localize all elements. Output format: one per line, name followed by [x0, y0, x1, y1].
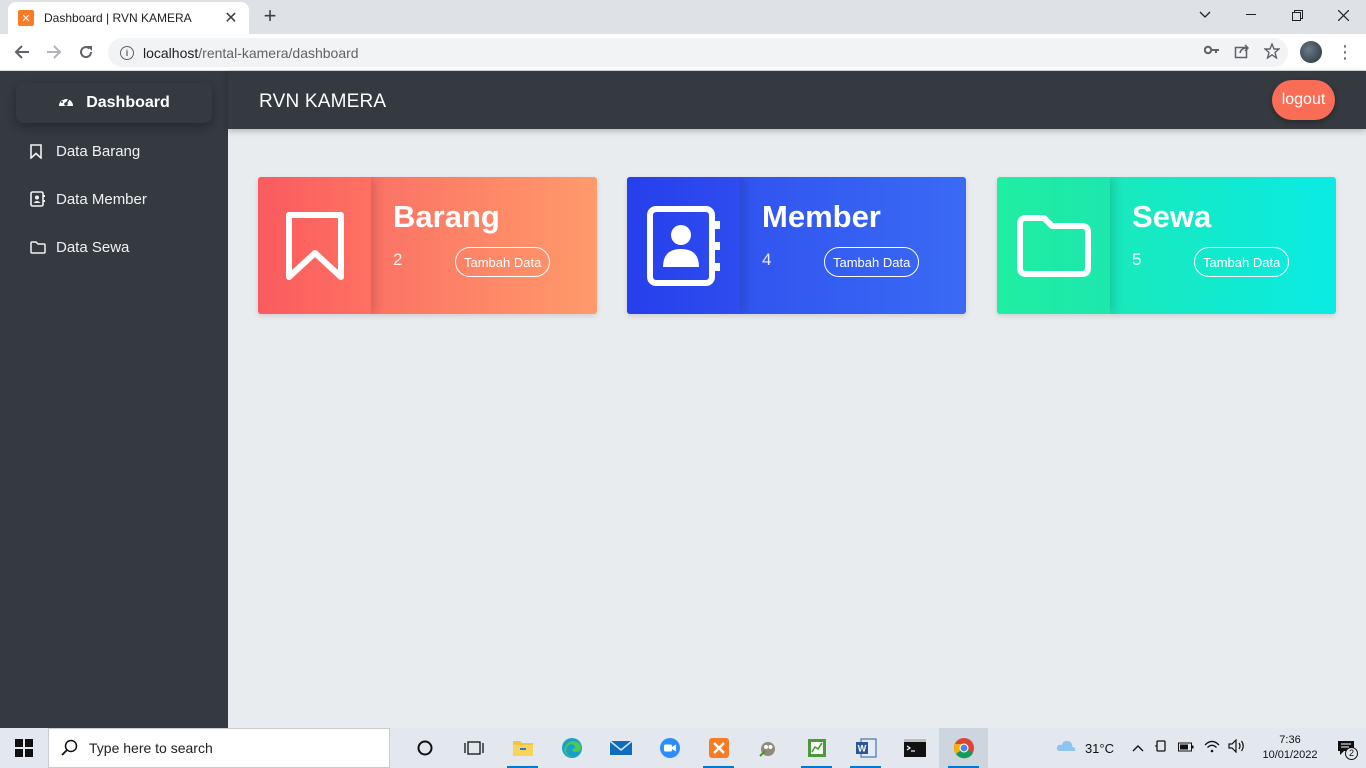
edge-browser-icon[interactable] [547, 728, 596, 768]
terminal-icon[interactable] [890, 728, 939, 768]
mail-icon[interactable] [596, 728, 645, 768]
cortana-icon[interactable] [400, 728, 449, 768]
search-placeholder: Type here to search [89, 740, 213, 756]
tambah-data-barang-button[interactable]: Tambah Data [455, 247, 551, 277]
zoom-icon[interactable] [645, 728, 694, 768]
share-icon[interactable] [1234, 43, 1250, 63]
svg-text:W: W [857, 744, 866, 754]
dashboard-gauge-icon [58, 94, 74, 112]
close-window-button[interactable] [1320, 0, 1366, 30]
windows-logo-icon [15, 739, 33, 757]
card-title: Member [762, 199, 881, 234]
browser-toolbar: i localhost/rental-kamera/dashboard ⋮ [0, 34, 1366, 71]
tambah-data-member-button[interactable]: Tambah Data [824, 247, 920, 277]
profile-avatar[interactable] [1300, 41, 1322, 63]
sidebar-item-label: Data Barang [56, 142, 141, 160]
sidebar-item-label: Dashboard [86, 94, 170, 111]
forward-icon[interactable] [42, 40, 66, 64]
system-tray: 31°C 7:36 10/01/2022 2 [1055, 728, 1366, 768]
tab-title: Dashboard | RVN KAMERA [44, 11, 192, 25]
card-count: 2 [393, 250, 403, 269]
volume-icon[interactable] [1228, 738, 1246, 758]
top-navbar: RVN KAMERA logout [228, 71, 1366, 129]
address-bar-actions [1203, 42, 1281, 63]
word-icon[interactable]: W [841, 728, 890, 768]
bookmark-icon [285, 211, 344, 280]
taskbar-apps: W [400, 728, 988, 768]
taskbar-search-input[interactable]: Type here to search [48, 728, 390, 768]
battery-icon[interactable] [1178, 739, 1194, 757]
card-icon-box [627, 177, 740, 314]
folder-icon [1016, 214, 1091, 277]
windows-start-button[interactable] [0, 728, 48, 768]
clock-date: 10/01/2022 [1262, 749, 1318, 761]
sidebar: Dashboard Data Barang Data Member Data S… [0, 71, 228, 728]
sidebar-item-data-member[interactable]: Data Member [30, 187, 147, 211]
xampp-icon[interactable] [694, 728, 743, 768]
tab-search-icon[interactable] [1182, 0, 1228, 30]
folder-icon [30, 240, 46, 254]
windows-taskbar: Type here to search W 31°C 7:36 10/01/20… [0, 728, 1366, 768]
card-sewa: Sewa 5 Tambah Data [997, 177, 1336, 314]
gimp-icon[interactable] [743, 728, 792, 768]
wifi-icon[interactable] [1204, 739, 1220, 758]
project-chart-icon[interactable] [792, 728, 841, 768]
temperature-text: 31°C [1084, 740, 1114, 756]
file-explorer-icon[interactable] [498, 728, 547, 768]
bookmark-icon [30, 143, 46, 159]
close-tab-icon[interactable]: ✕ [223, 8, 239, 28]
card-icon-box [997, 177, 1110, 314]
sidebar-item-dashboard[interactable]: Dashboard [16, 83, 212, 123]
search-icon [61, 739, 78, 756]
chevron-up-icon[interactable] [1132, 739, 1144, 757]
minimize-button[interactable] [1228, 0, 1274, 30]
tambah-data-sewa-button[interactable]: Tambah Data [1194, 247, 1290, 277]
sidebar-item-data-barang[interactable]: Data Barang [30, 139, 140, 163]
contact-book-icon [30, 191, 46, 207]
page-content: Dashboard Data Barang Data Member Data S… [0, 71, 1366, 728]
address-bar[interactable]: i localhost/rental-kamera/dashboard [108, 38, 1288, 67]
taskbar-clock[interactable]: 7:36 10/01/2022 [1254, 733, 1326, 763]
card-count: 4 [762, 250, 772, 269]
brand-title: RVN KAMERA [259, 91, 387, 112]
task-view-icon[interactable] [449, 728, 498, 768]
url-text: localhost/rental-kamera/dashboard [143, 44, 359, 61]
site-info-icon[interactable]: i [120, 45, 134, 60]
logout-button[interactable]: logout [1272, 80, 1335, 120]
contact-book-icon [646, 205, 720, 286]
meet-now-icon[interactable] [1154, 738, 1168, 759]
restore-button[interactable] [1274, 0, 1320, 30]
sidebar-item-label: Data Member [56, 190, 147, 208]
browser-tab-bar: ✕ Dashboard | RVN KAMERA ✕ + [0, 0, 1366, 34]
notification-count: 2 [1345, 747, 1358, 760]
card-member: Member 4 Tambah Data [627, 177, 966, 314]
back-icon[interactable] [10, 40, 34, 64]
sidebar-item-label: Data Sewa [56, 238, 130, 256]
card-title: Barang [393, 199, 500, 234]
key-icon[interactable] [1203, 43, 1220, 63]
card-barang: Barang 2 Tambah Data [258, 177, 597, 314]
chrome-icon[interactable] [939, 728, 988, 768]
notification-icon[interactable]: 2 [1326, 728, 1366, 768]
new-tab-button[interactable]: + [258, 5, 282, 29]
xampp-icon: ✕ [18, 10, 34, 26]
reload-icon[interactable] [74, 40, 98, 64]
sidebar-item-data-sewa[interactable]: Data Sewa [30, 235, 129, 259]
card-title: Sewa [1132, 199, 1212, 234]
bookmark-star-icon[interactable] [1263, 42, 1281, 63]
weather-icon[interactable] [1055, 738, 1077, 759]
card-count: 5 [1132, 250, 1142, 269]
window-controls [1182, 0, 1366, 30]
clock-time: 7:36 [1279, 734, 1301, 746]
browser-menu-icon[interactable]: ⋮ [1336, 40, 1354, 64]
card-icon-box [258, 177, 371, 314]
browser-tab[interactable]: ✕ Dashboard | RVN KAMERA ✕ [8, 2, 249, 34]
